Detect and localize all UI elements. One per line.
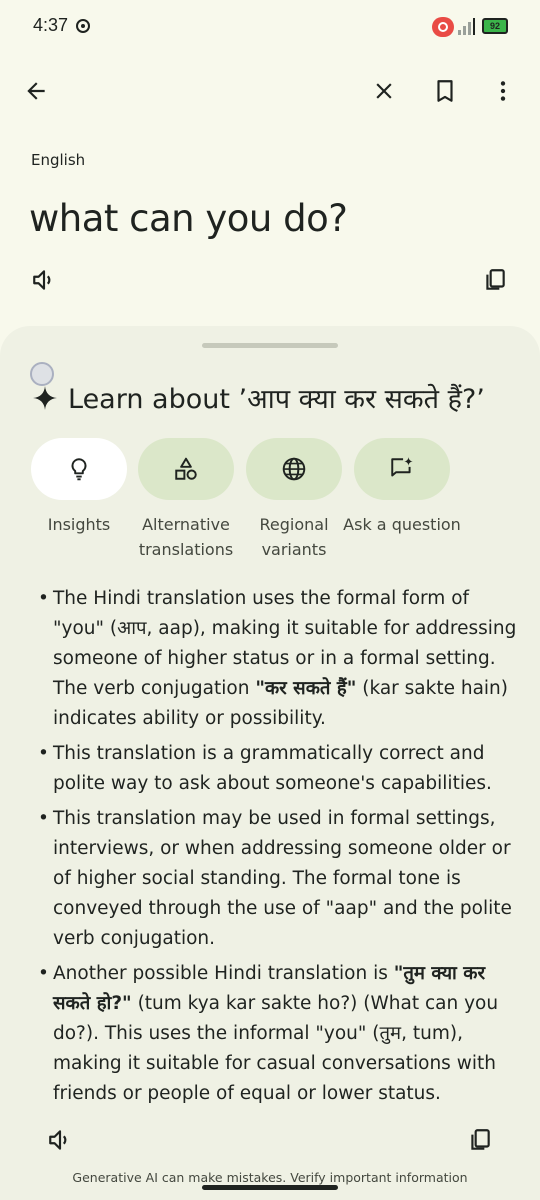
shapes-icon [175,457,197,480]
insights-chip-label: Insights [47,515,111,534]
listen-source-button[interactable] [26,262,62,298]
learn-title: Learn about ’आप क्या कर सकते हैं?’ [32,379,485,416]
gesture-nav-handle[interactable] [202,1185,338,1190]
listen-insights-button[interactable] [42,1122,78,1158]
signal-icon [458,18,475,35]
sparkle-icon [33,385,57,410]
chat-sparkle-icon [391,457,413,477]
insights-list: The Hindi translation uses the formal fo… [38,584,518,1114]
ask-question-chip[interactable] [354,438,450,500]
alternative-translations-chip[interactable] [138,438,234,500]
close-icon [376,83,392,99]
settings-status-icon [76,19,90,33]
learn-sheet: Learn about ’आप क्या कर सकते हैं?’ Insig… [0,326,540,1200]
bookmark-button[interactable] [427,73,463,109]
speaker-icon [49,1130,67,1150]
more-options-button[interactable] [485,73,521,109]
alternative-translations-chip-label: Alternative translations [138,515,234,559]
battery-icon: 92 [482,18,508,34]
insight-text: This translation may be used in formal s… [53,808,512,949]
copy-icon [486,269,505,290]
copy-insights-button[interactable] [462,1122,498,1158]
back-button[interactable] [18,73,54,109]
regional-variants-chip[interactable] [246,438,342,500]
insight-item: The Hindi translation uses the formal fo… [38,584,518,734]
insight-text: This translation is a grammatically corr… [53,743,492,794]
status-time: 4:37 [33,15,69,35]
ai-disclaimer: Generative AI can make mistakes. Verify … [72,1170,468,1185]
insight-item: This translation may be used in formal s… [38,804,518,954]
regional-variants-chip-label: Regional variants [259,515,329,559]
source-language-label[interactable]: English [31,151,85,169]
globe-icon [282,457,306,481]
screen-record-icon [432,17,454,37]
learn-chips: Insights Alternative translations Region… [0,438,540,568]
insight-item: This translation is a grammatically corr… [38,739,518,799]
speaker-icon [33,270,51,290]
close-button[interactable] [366,73,402,109]
copy-icon [471,1129,490,1150]
lightbulb-icon [71,458,87,481]
learn-title-text: Learn about ’आप क्या कर सकते हैं?’ [68,384,485,415]
ask-question-chip-label: Ask a question [343,515,461,534]
copy-source-button[interactable] [477,262,513,298]
arrow-back-icon [27,82,45,100]
translate-screen: 4:37 92 English what can you do? Learn a… [0,0,540,1200]
insight-item: Another possible Hindi translation is "त… [38,959,518,1109]
insights-chip[interactable] [31,438,127,500]
bookmark-icon [437,80,453,102]
insight-bold-text: "कर सकते हैं" [255,678,357,699]
more-vert-icon [500,81,506,101]
status-bar: 4:37 92 [0,0,540,56]
source-text[interactable]: what can you do? [29,197,348,240]
insight-text: Another possible Hindi translation is [53,963,394,984]
sheet-drag-handle[interactable] [202,343,338,348]
